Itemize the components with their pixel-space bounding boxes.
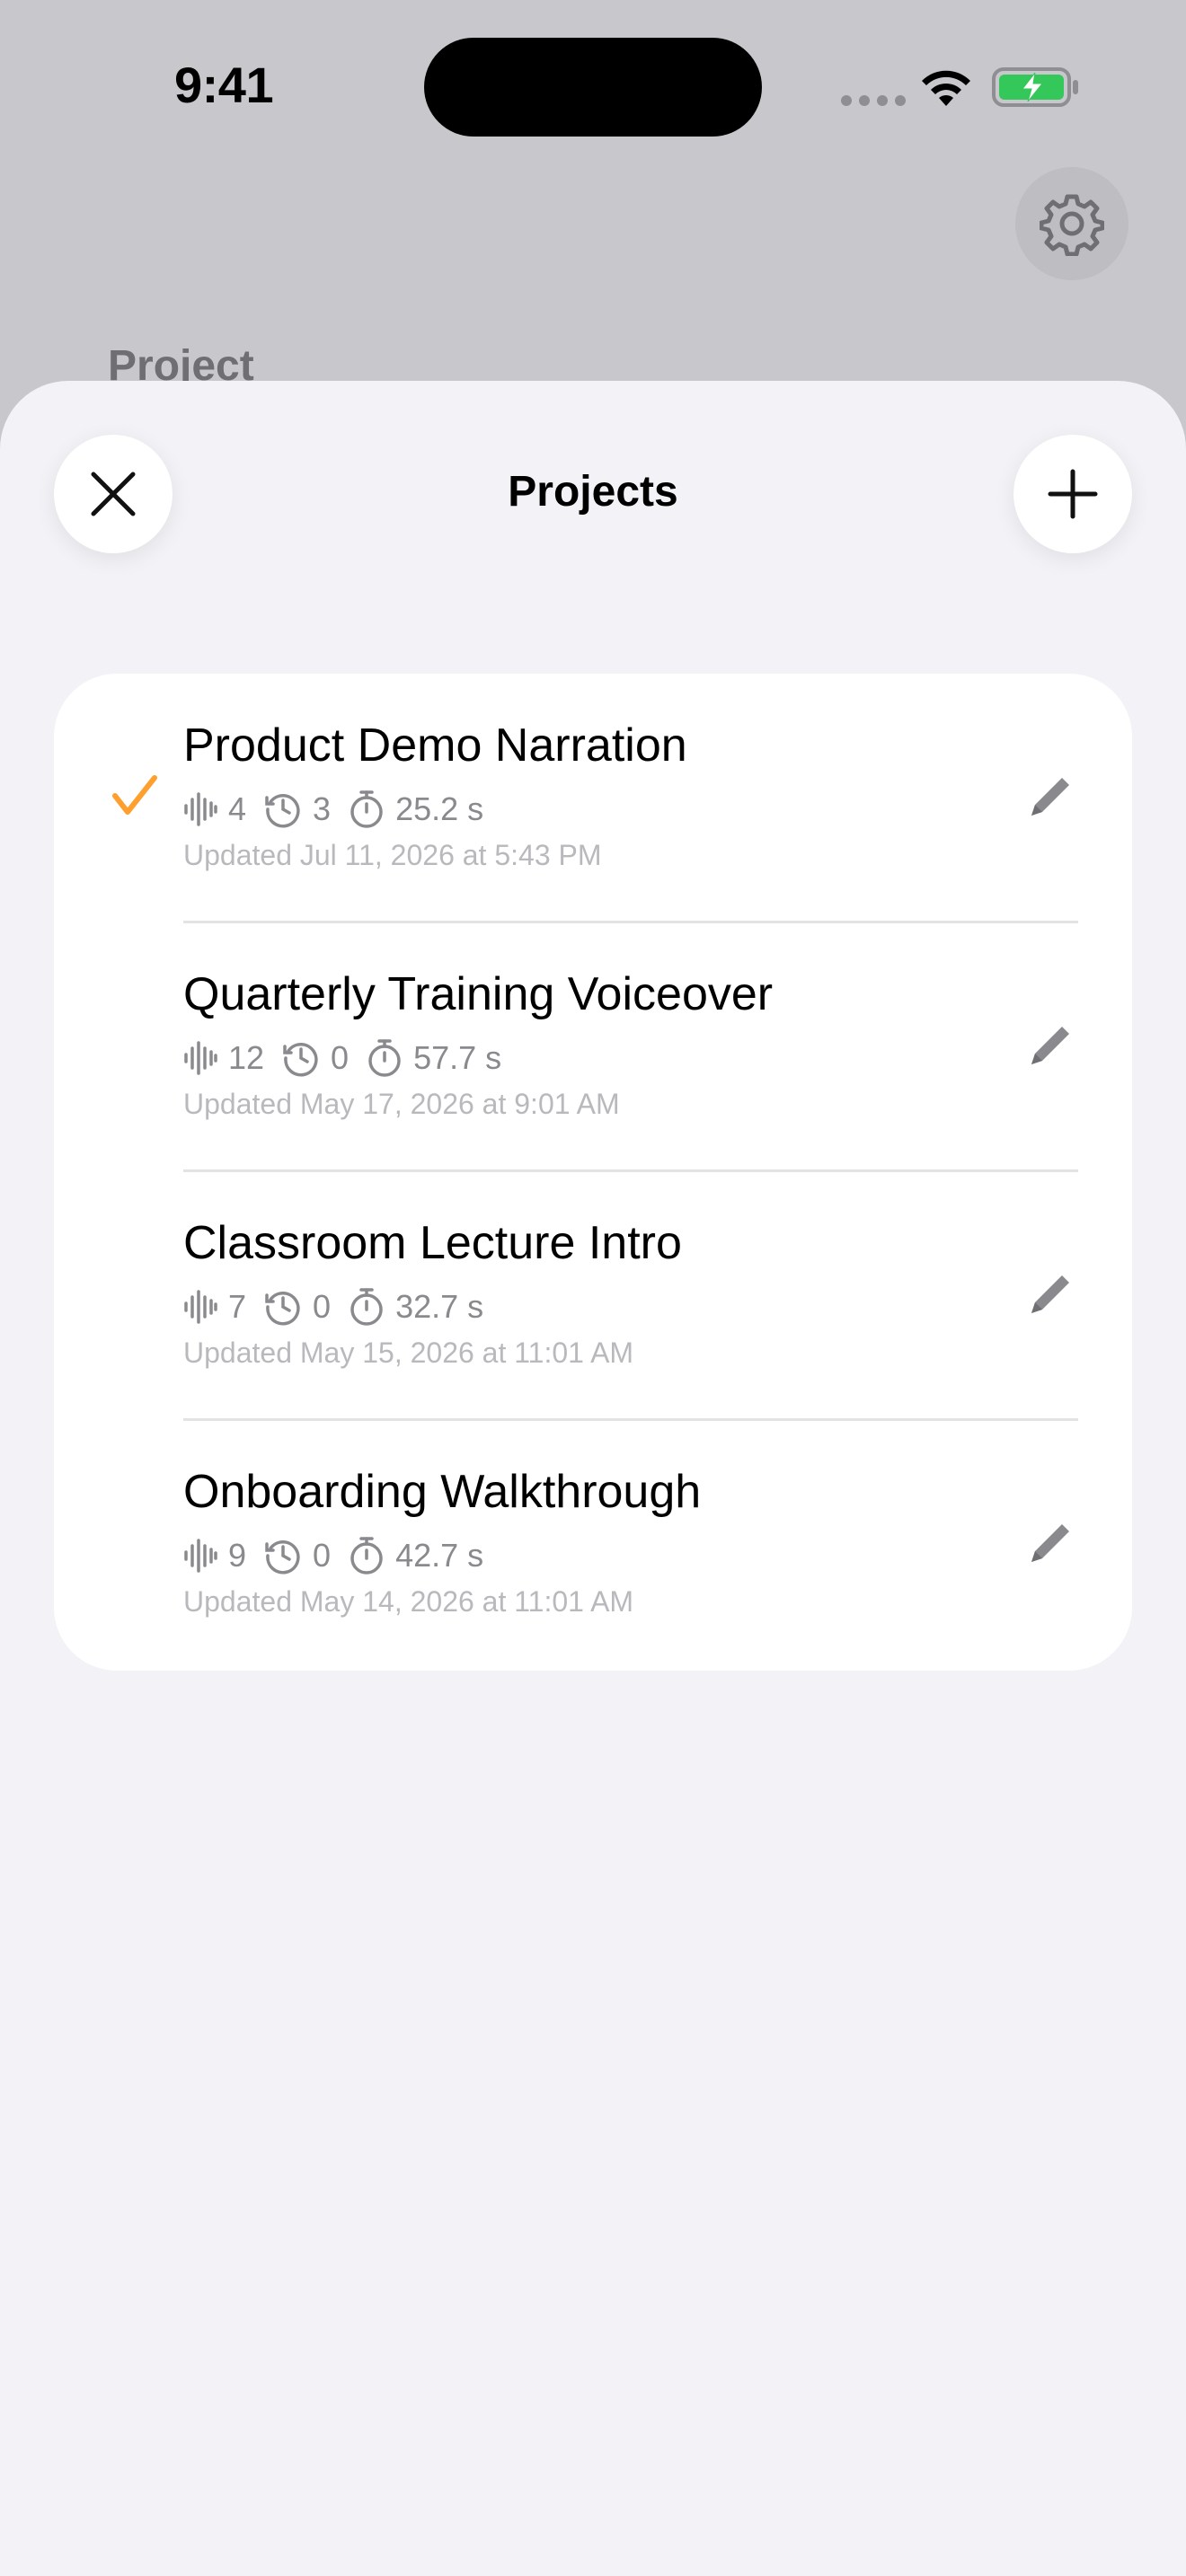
- duration: 25.2 s: [395, 790, 484, 827]
- gear-icon: [1040, 194, 1104, 256]
- timer-icon: [350, 1537, 383, 1575]
- version-count: 0: [313, 1537, 332, 1574]
- timer-icon: [350, 1288, 383, 1326]
- settings-button[interactable]: [1015, 167, 1128, 280]
- history-icon: [283, 1043, 318, 1077]
- project-name: Onboarding Walkthrough: [183, 1466, 702, 1518]
- duration: 32.7 s: [395, 1288, 484, 1325]
- history-icon: [265, 1292, 300, 1326]
- waveform-icon: [184, 1041, 217, 1075]
- history-icon: [265, 794, 300, 828]
- plus-icon: [1048, 469, 1098, 519]
- checkmark-icon: [112, 775, 157, 815]
- waveform-icon: [184, 1539, 217, 1573]
- timer-icon: [350, 790, 383, 828]
- project-name: Product Demo Narration: [183, 719, 687, 772]
- updated-timestamp: Updated May 17, 2026 at 9:01 AM: [183, 1088, 620, 1120]
- updated-timestamp: Updated Jul 11, 2026 at 5:43 PM: [183, 839, 602, 871]
- pencil-icon[interactable]: [1026, 1517, 1076, 1567]
- project-row[interactable]: Onboarding Walkthrough 9 0 42.7 s Update…: [54, 1420, 1132, 1669]
- project-name: Quarterly Training Voiceover: [183, 968, 774, 1020]
- clip-count: 7: [228, 1288, 247, 1325]
- updated-timestamp: Updated May 14, 2026 at 11:01 AM: [183, 1585, 634, 1618]
- projects-list: Product Demo Narration 4 3 25.2 s Update…: [54, 674, 1132, 1671]
- screen: 9:41 Project Projects Product Demo Narra…: [0, 0, 1186, 2576]
- timer-icon: [368, 1039, 401, 1077]
- battery-charging-icon: [992, 67, 1078, 107]
- status-time: 9:41: [174, 57, 274, 113]
- projects-sheet: Projects Product Demo Narration 4 3 25.2…: [0, 381, 1186, 2576]
- clip-count: 9: [228, 1537, 247, 1574]
- project-row[interactable]: Classroom Lecture Intro 7 0 32.7 s Updat…: [54, 1171, 1132, 1420]
- waveform-icon: [184, 1290, 217, 1324]
- waveform-icon: [184, 792, 217, 826]
- version-count: 0: [331, 1039, 350, 1076]
- version-count: 3: [313, 790, 332, 827]
- pencil-icon[interactable]: [1026, 1019, 1076, 1070]
- history-icon: [265, 1540, 300, 1575]
- pencil-icon[interactable]: [1026, 1268, 1076, 1319]
- cellular-signal-icon: [841, 95, 906, 106]
- project-row[interactable]: Quarterly Training Voiceover 12 0 57.7 s…: [54, 922, 1132, 1171]
- pencil-icon[interactable]: [1026, 771, 1076, 821]
- duration: 42.7 s: [395, 1537, 484, 1574]
- version-count: 0: [313, 1288, 332, 1325]
- project-stats: 7 0 32.7 s: [183, 1286, 501, 1328]
- clip-count: 12: [228, 1039, 265, 1076]
- wifi-icon: [922, 70, 970, 106]
- updated-timestamp: Updated May 15, 2026 at 11:01 AM: [183, 1337, 634, 1369]
- add-project-button[interactable]: [1013, 435, 1132, 553]
- project-stats: 12 0 57.7 s: [183, 1037, 519, 1079]
- project-stats: 4 3 25.2 s: [183, 789, 501, 830]
- project-row[interactable]: Product Demo Narration 4 3 25.2 s Update…: [54, 674, 1132, 922]
- clip-count: 4: [228, 790, 247, 827]
- project-stats: 9 0 42.7 s: [183, 1535, 501, 1576]
- sheet-title: Projects: [508, 468, 678, 516]
- dynamic-island: [424, 38, 762, 137]
- duration: 57.7 s: [413, 1039, 502, 1076]
- project-name: Classroom Lecture Intro: [183, 1217, 682, 1269]
